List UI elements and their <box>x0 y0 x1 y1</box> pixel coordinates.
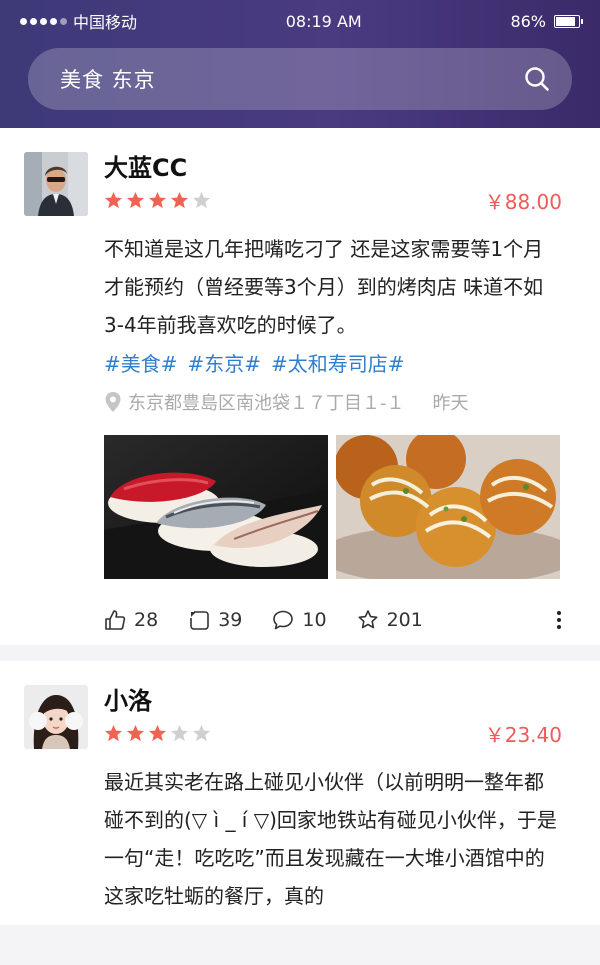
star-filled-icon <box>104 724 123 742</box>
star-rating <box>104 191 211 210</box>
tag-link[interactable]: #太和寿司店# <box>271 348 405 377</box>
price: ￥88.00 <box>484 190 562 214</box>
post-content: 最近其实老在路上碰见小伙伴（以前明明一整年都碰不到的(▽ ì _ í ▽)回家地… <box>104 770 557 908</box>
price: ￥23.40 <box>484 723 562 747</box>
app-header: 中国移动 08:19 AM 86% 美食 东京 <box>0 0 600 128</box>
star-empty-icon <box>192 724 211 742</box>
repost-button[interactable]: 39 <box>188 609 242 631</box>
star-filled-icon <box>148 191 167 209</box>
location-pin-icon <box>105 392 121 412</box>
search-input[interactable]: 美食 东京 <box>60 64 156 94</box>
repost-count: 39 <box>218 609 243 631</box>
star-empty-icon <box>192 191 211 209</box>
post-card[interactable]: 小洛 ￥23.40 最近其实老在路上碰见小伙伴（以前明明一整年都碰不到的(▽ ì… <box>0 661 600 925</box>
search-bar[interactable]: 美食 东京 <box>28 48 572 110</box>
search-icon[interactable] <box>524 66 550 92</box>
tag-list: #美食# #东京# #太和寿司店# <box>104 348 600 377</box>
takoyaki-photo[interactable] <box>336 435 560 579</box>
favorite-button[interactable]: 201 <box>357 609 423 631</box>
star-filled-icon <box>126 724 145 742</box>
location-text[interactable]: 东京都豊島区南池袋１７丁目１-１ <box>128 389 405 415</box>
post-content: 不知道是这几年把嘴吃刁了 还是这家需要等1个月才能预约（曾经要等3个月）到的烤肉… <box>104 237 544 337</box>
user-name[interactable]: 大蓝CC <box>104 152 562 184</box>
star-rating <box>104 724 211 743</box>
status-bar: 中国移动 08:19 AM 86% <box>0 0 600 42</box>
clock: 08:19 AM <box>285 11 362 31</box>
post-time: 昨天 <box>432 393 469 414</box>
action-bar: 28 39 10 201 <box>104 605 562 635</box>
thumbs-up-icon <box>105 610 126 630</box>
user-name[interactable]: 小洛 <box>104 685 562 717</box>
comment-count: 10 <box>302 609 327 631</box>
star-outline-icon <box>358 610 378 629</box>
repost-icon <box>190 611 209 630</box>
comment-button[interactable]: 10 <box>272 609 327 631</box>
like-count: 28 <box>134 609 159 631</box>
tag-link[interactable]: #东京# <box>188 348 262 377</box>
star-filled-icon <box>170 191 189 209</box>
star-filled-icon <box>104 191 123 209</box>
signal-icon <box>20 17 67 25</box>
location-row: 东京都豊島区南池袋１７丁目１-１ 昨天 <box>104 389 600 415</box>
comment-icon <box>273 610 294 630</box>
favorite-count: 201 <box>386 609 423 631</box>
star-filled-icon <box>126 191 145 209</box>
photo-grid <box>104 435 600 579</box>
avatar[interactable] <box>24 152 88 216</box>
post-card[interactable]: 大蓝CC ￥88.00 不知道是这几年把嘴吃刁了 还是这家需要等1个月才能预约（… <box>0 128 600 645</box>
avatar[interactable] <box>24 685 88 749</box>
battery-percent: 86% <box>510 11 546 31</box>
like-button[interactable]: 28 <box>104 609 158 631</box>
sushi-photo[interactable] <box>104 435 328 579</box>
carrier-label: 中国移动 <box>73 13 138 32</box>
star-empty-icon <box>170 724 189 742</box>
tag-link[interactable]: #美食# <box>104 348 178 377</box>
star-filled-icon <box>148 724 167 742</box>
more-options-icon[interactable] <box>556 609 562 631</box>
battery-icon <box>554 14 583 28</box>
